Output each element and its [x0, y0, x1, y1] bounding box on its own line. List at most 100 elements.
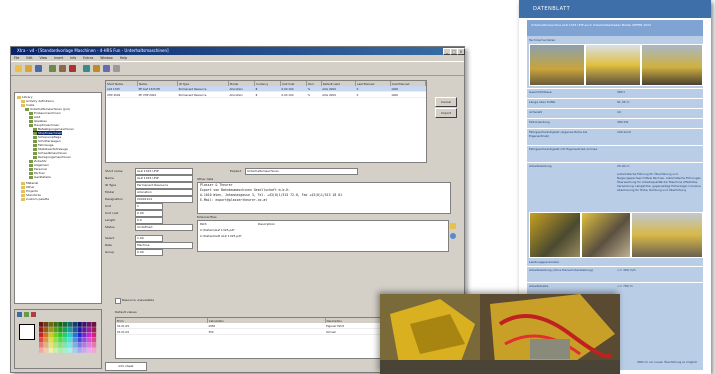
- color-swatch[interactable]: [67, 332, 73, 338]
- color-swatch[interactable]: [58, 337, 63, 343]
- color-swatch[interactable]: [72, 322, 77, 327]
- select-field[interactable]: 1.00: [135, 235, 163, 242]
- palette-tool-icon[interactable]: [24, 312, 29, 317]
- color-swatch[interactable]: [43, 332, 49, 338]
- color-swatch[interactable]: [77, 327, 82, 332]
- color-swatch[interactable]: [43, 348, 49, 353]
- color-swatch[interactable]: [53, 322, 58, 327]
- color-swatch[interactable]: [43, 327, 49, 332]
- color-swatch[interactable]: [48, 327, 53, 332]
- model-select[interactable]: Allocation: [135, 189, 193, 196]
- short-name-field[interactable]: ALZ 1325 UHP: [135, 168, 193, 175]
- color-swatch[interactable]: [72, 348, 77, 353]
- color-swatch[interactable]: [63, 322, 68, 327]
- rate-select[interactable]: Machine: [135, 242, 193, 249]
- save-icon[interactable]: [35, 65, 42, 72]
- color-swatch[interactable]: [82, 337, 87, 343]
- color-swatch[interactable]: [58, 332, 63, 338]
- color-swatch[interactable]: [39, 337, 44, 343]
- color-swatch[interactable]: [43, 342, 49, 348]
- color-swatch[interactable]: [63, 327, 68, 332]
- color-swatch[interactable]: [82, 332, 87, 338]
- tree-node[interactable]: Custom palette: [21, 197, 49, 201]
- color-swatch[interactable]: [87, 342, 92, 348]
- color-swatch[interactable]: [48, 332, 53, 338]
- open-folder-icon[interactable]: [25, 65, 32, 72]
- tree-node[interactable]: Geräteteile: [29, 175, 51, 179]
- color-swatch[interactable]: [82, 327, 87, 332]
- color-swatch[interactable]: [39, 322, 44, 327]
- color-swatch[interactable]: [58, 327, 63, 332]
- color-swatch[interactable]: [63, 348, 68, 353]
- search-icon[interactable]: [450, 233, 456, 239]
- color-swatch[interactable]: [77, 332, 82, 338]
- color-swatch[interactable]: [91, 342, 97, 348]
- new-icon[interactable]: [15, 65, 22, 72]
- color-swatch[interactable]: [48, 322, 53, 327]
- expand-select[interactable]: Unterhaltsmaschinen: [245, 168, 358, 175]
- color-swatch[interactable]: [72, 337, 77, 343]
- color-swatch[interactable]: [87, 332, 92, 338]
- color-swatch[interactable]: [58, 342, 63, 348]
- color-swatch[interactable]: [39, 327, 44, 332]
- color-swatch[interactable]: [48, 342, 53, 348]
- color-swatch[interactable]: [53, 327, 58, 332]
- color-swatch[interactable]: [48, 348, 53, 353]
- folder-open-icon[interactable]: [450, 223, 456, 229]
- color-swatch[interactable]: [72, 332, 77, 338]
- color-swatch[interactable]: [87, 337, 92, 343]
- list-item[interactable]: C:\Datenblatt ALZ 1325.pdf: [200, 234, 241, 238]
- help-icon[interactable]: [113, 65, 120, 72]
- id-type-select[interactable]: Permanent Resource: [135, 182, 193, 189]
- color-swatch[interactable]: [72, 327, 77, 332]
- color-swatch[interactable]: [87, 327, 92, 332]
- color-swatch[interactable]: [67, 322, 73, 327]
- color-swatch[interactable]: [39, 342, 44, 348]
- palette-tool-icon[interactable]: [31, 312, 36, 317]
- palette-tool-icon[interactable]: [17, 312, 22, 317]
- color-swatch[interactable]: [91, 348, 97, 353]
- length-field[interactable]: 0.0: [135, 217, 163, 224]
- color-swatch[interactable]: [77, 348, 82, 353]
- color-swatch[interactable]: [67, 348, 73, 353]
- color-swatch[interactable]: [82, 342, 87, 348]
- contact-textarea[interactable]: Plasser & Theurer Export von Bahnbaumasc…: [197, 182, 451, 214]
- color-swatch[interactable]: [39, 348, 44, 353]
- cancel-button[interactable]: Cancel: [435, 97, 457, 107]
- current-color-swatch[interactable]: [19, 324, 35, 340]
- designation-field[interactable]: 20091101: [135, 196, 193, 203]
- close-button[interactable]: ×: [457, 48, 465, 55]
- color-swatch[interactable]: [87, 322, 92, 327]
- color-swatch[interactable]: [67, 337, 73, 343]
- table-row[interactable]: UHP 2002 PE UHP 2002 Permanent Resource …: [106, 91, 426, 98]
- color-swatch[interactable]: [39, 332, 44, 338]
- color-swatch[interactable]: [87, 348, 92, 353]
- unit-cost-field[interactable]: 0.00: [135, 210, 163, 217]
- color-swatch[interactable]: [67, 342, 73, 348]
- color-swatch[interactable]: [77, 342, 82, 348]
- color-swatch[interactable]: [67, 327, 73, 332]
- color-swatch[interactable]: [91, 322, 97, 327]
- delete-icon[interactable]: [69, 65, 76, 72]
- color-swatch[interactable]: [43, 337, 49, 343]
- color-swatch[interactable]: [53, 348, 58, 353]
- color-swatch[interactable]: [82, 348, 87, 353]
- cut-icon[interactable]: [49, 65, 56, 72]
- color-swatch[interactable]: [77, 337, 82, 343]
- chart-icon[interactable]: [103, 65, 110, 72]
- list-item[interactable]: C:\Daten\ALZ 1325.pdf: [200, 228, 234, 232]
- color-swatch[interactable]: [63, 337, 68, 343]
- color-swatch[interactable]: [91, 327, 97, 332]
- color-swatch[interactable]: [63, 332, 68, 338]
- color-swatch[interactable]: [48, 337, 53, 343]
- color-swatch[interactable]: [53, 332, 58, 338]
- color-swatch[interactable]: [58, 322, 63, 327]
- color-swatch-grid[interactable]: [39, 322, 97, 354]
- status-select[interactable]: Undefined: [135, 224, 193, 231]
- name-field[interactable]: ALZ 1325 UHP: [135, 175, 193, 182]
- copy-icon[interactable]: [59, 65, 66, 72]
- color-swatch[interactable]: [77, 322, 82, 327]
- color-swatch[interactable]: [63, 342, 68, 348]
- calendar-icon[interactable]: [83, 65, 90, 72]
- group-field[interactable]: 0.00: [135, 249, 163, 256]
